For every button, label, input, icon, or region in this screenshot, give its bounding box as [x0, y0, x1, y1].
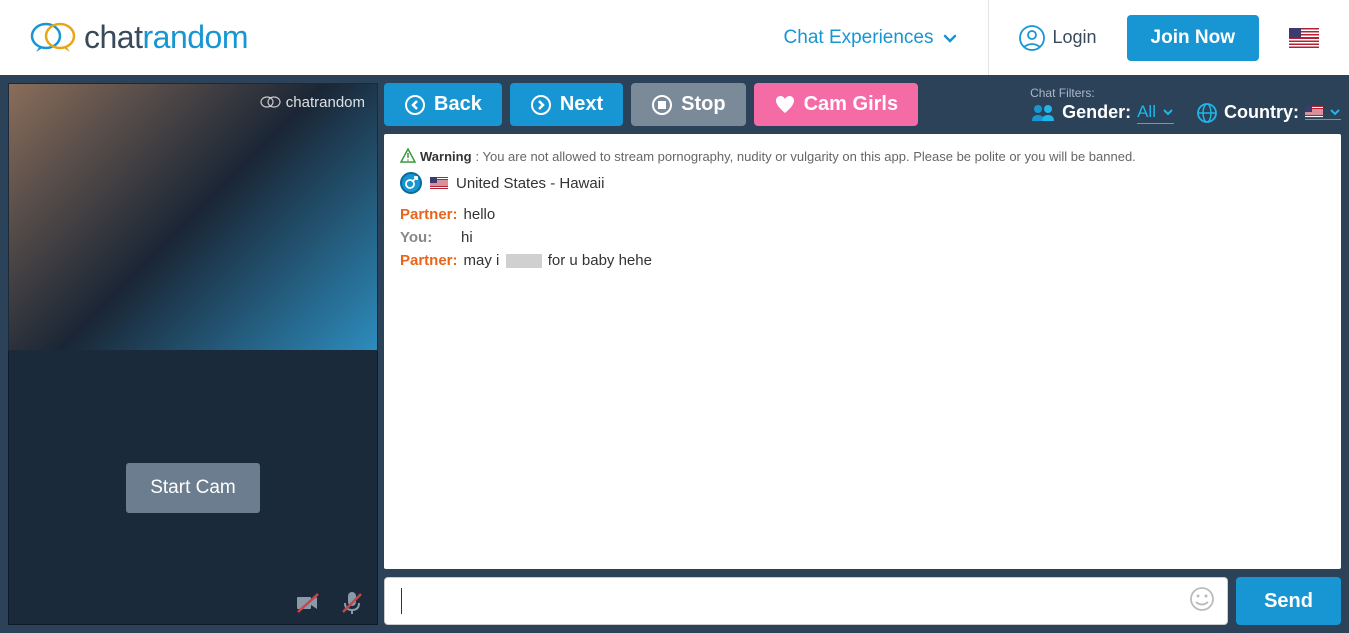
chevron-down-icon: [942, 30, 958, 46]
watermark-icon: [260, 95, 282, 111]
watermark: chatrandom: [260, 94, 365, 111]
chat-filters: Chat Filters: Gender: All: [1030, 86, 1341, 124]
input-row: Send: [384, 577, 1341, 625]
next-icon: [530, 94, 552, 116]
message-sender: You:: [400, 229, 455, 246]
globe-icon: [1196, 102, 1218, 124]
smiley-icon: [1189, 586, 1215, 612]
message-input-wrap: [384, 577, 1228, 625]
camera-off-icon[interactable]: [295, 590, 321, 616]
message-input[interactable]: [397, 578, 1189, 624]
language-flag[interactable]: [1289, 28, 1319, 48]
country-label: Country:: [1224, 102, 1299, 123]
divider: [988, 0, 989, 75]
stop-button[interactable]: Stop: [631, 83, 745, 126]
message-text: hello: [464, 206, 496, 223]
partner-video: chatrandom: [8, 83, 378, 351]
redacted-text: [506, 254, 542, 268]
warning-label: Warning: [420, 149, 472, 164]
chevron-down-icon: [1329, 106, 1341, 118]
logo-icon: [30, 20, 78, 56]
heart-icon: [774, 94, 796, 116]
logo[interactable]: chatrandom: [30, 19, 248, 56]
main: chatrandom Start Cam: [0, 75, 1349, 633]
back-icon: [404, 94, 426, 116]
chat-area: Warning : You are not allowed to stream …: [384, 134, 1341, 569]
stop-icon: [651, 94, 673, 116]
toolbar: Back Next Stop Cam Girls Chat Filters:: [384, 83, 1341, 126]
login-label: Login: [1053, 27, 1097, 48]
chat-experiences-label: Chat Experiences: [784, 27, 934, 49]
messages: Partner: hello You: hi Partner: may i fo…: [400, 206, 1325, 269]
warning-message: Warning : You are not allowed to stream …: [400, 148, 1325, 164]
message-row: You: hi: [400, 229, 1325, 246]
header: chatrandom Chat Experiences Login Join N…: [0, 0, 1349, 75]
back-label: Back: [434, 93, 482, 116]
gender-label: Gender:: [1062, 102, 1131, 123]
user-icon: [1019, 25, 1045, 51]
next-label: Next: [560, 93, 603, 116]
message-row: Partner: hello: [400, 206, 1325, 223]
message-text: may i for u baby hehe: [464, 252, 652, 269]
send-button[interactable]: Send: [1236, 577, 1341, 625]
text-cursor: [401, 588, 402, 614]
country-filter[interactable]: Country:: [1196, 102, 1341, 124]
video-column: chatrandom Start Cam: [0, 75, 378, 633]
partner-info: United States - Hawaii: [400, 172, 1325, 194]
gender-badge: [400, 172, 422, 194]
logo-text: chatrandom: [84, 19, 248, 56]
message-text: hi: [461, 229, 473, 246]
video-controls: [295, 590, 365, 616]
emoji-button[interactable]: [1189, 586, 1215, 617]
cam-girls-label: Cam Girls: [804, 93, 898, 116]
message-sender: Partner:: [400, 206, 458, 223]
gender-value: All: [1137, 102, 1174, 124]
warning-icon: [400, 148, 416, 164]
self-video: Start Cam: [8, 351, 378, 625]
country-value: [1305, 106, 1341, 120]
gender-filter[interactable]: Gender: All: [1030, 102, 1174, 124]
partner-flag: [430, 177, 448, 189]
partner-location: United States - Hawaii: [456, 175, 604, 192]
header-right: Chat Experiences Login Join Now: [784, 0, 1319, 75]
message-row: Partner: may i for u baby hehe: [400, 252, 1325, 269]
chat-experiences-dropdown[interactable]: Chat Experiences: [784, 27, 958, 49]
watermark-text: chatrandom: [286, 94, 365, 111]
chat-column: Back Next Stop Cam Girls Chat Filters:: [378, 75, 1349, 633]
cam-girls-button[interactable]: Cam Girls: [754, 83, 918, 126]
back-button[interactable]: Back: [384, 83, 502, 126]
people-icon: [1030, 103, 1056, 123]
warning-text: : You are not allowed to stream pornogra…: [476, 149, 1136, 164]
join-now-button[interactable]: Join Now: [1127, 15, 1259, 61]
next-button[interactable]: Next: [510, 83, 623, 126]
start-cam-button[interactable]: Start Cam: [126, 463, 260, 513]
stop-label: Stop: [681, 93, 725, 116]
message-sender: Partner:: [400, 252, 458, 269]
login-link[interactable]: Login: [1019, 25, 1097, 51]
chevron-down-icon: [1162, 106, 1174, 118]
country-flag: [1305, 106, 1323, 118]
filters-title: Chat Filters:: [1030, 86, 1095, 100]
mic-off-icon[interactable]: [339, 590, 365, 616]
